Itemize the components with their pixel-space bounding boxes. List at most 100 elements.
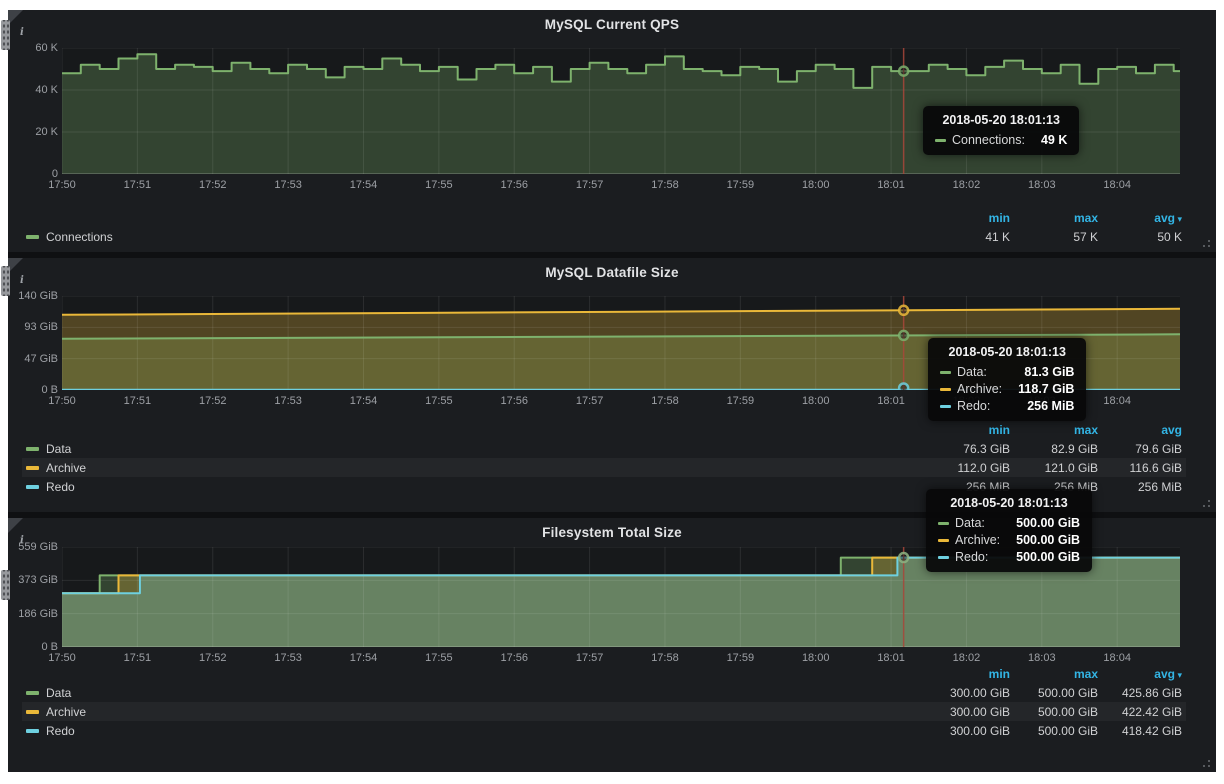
- x-tick-label: 17:52: [183, 652, 243, 664]
- x-tick-label: 18:04: [1087, 179, 1147, 191]
- legend-header-row: minmaxavg ▾: [22, 664, 1186, 683]
- legend-sort-min[interactable]: min: [902, 211, 1010, 225]
- tooltip-filesystem: 2018-05-20 18:01:13 Data:500.00 GiBArchi…: [926, 489, 1092, 572]
- x-tick-label: 18:02: [936, 652, 996, 664]
- x-tick-label: 18:04: [1087, 395, 1147, 407]
- row-drag-handle[interactable]: [1, 570, 10, 600]
- series-color-dash-icon: [938, 539, 949, 542]
- series-color-dash-icon: [940, 388, 951, 391]
- legend-max-value: 500.00 GiB: [1010, 705, 1098, 719]
- tooltip-series-row: Connections:49 K: [935, 133, 1067, 147]
- x-tick-label: 17:54: [333, 395, 393, 407]
- x-tick-label: 17:51: [107, 652, 167, 664]
- x-tick-label: 17:51: [107, 179, 167, 191]
- legend-avg-value: 256 MiB: [1098, 480, 1182, 494]
- x-tick-label: 17:58: [635, 395, 695, 407]
- legend-sort-avg[interactable]: avg ▾: [1098, 667, 1182, 681]
- legend-row-archive: Archive112.0 GiB121.0 GiB116.6 GiB: [22, 458, 1186, 477]
- x-tick-label: 17:56: [484, 179, 544, 191]
- tooltip-series-row: Archive:118.7 GiB: [940, 382, 1074, 396]
- x-tick-label: 17:52: [183, 179, 243, 191]
- series-color-dash-icon: [26, 710, 39, 714]
- legend: minmaxavg ▾Data300.00 GiB500.00 GiB425.8…: [22, 664, 1186, 740]
- series-color-dash-icon: [935, 139, 946, 142]
- series-color-dash-icon: [938, 556, 949, 559]
- tooltip-datafile: 2018-05-20 18:01:13 Data:81.3 GiBArchive…: [928, 338, 1086, 421]
- y-tick-label: 373 GiB: [8, 574, 58, 586]
- resize-handle[interactable]: [1202, 758, 1212, 768]
- tooltip-series-value: 500.00 GiB: [1016, 550, 1080, 564]
- tooltip-series-label: Data:: [955, 516, 985, 530]
- row-drag-handle[interactable]: [1, 266, 10, 296]
- legend-sort-avg[interactable]: avg ▾: [1098, 211, 1182, 225]
- legend-max-value: 121.0 GiB: [1010, 461, 1098, 475]
- tooltip-timestamp: 2018-05-20 18:01:13: [935, 113, 1067, 127]
- series-color-dash-icon: [26, 466, 39, 470]
- series-toggle-redo[interactable]: Redo: [46, 480, 75, 494]
- page-background: i MySQL Current QPS 60 K40 K20 K0 17:501…: [0, 0, 1224, 784]
- legend-sort-min[interactable]: min: [902, 667, 1010, 681]
- sort-caret-icon: ▾: [1175, 670, 1182, 680]
- legend-min-value: 112.0 GiB: [902, 461, 1010, 475]
- tooltip-qps: 2018-05-20 18:01:13 Connections:49 K: [923, 106, 1079, 155]
- series-toggle-data[interactable]: Data: [46, 686, 71, 700]
- legend-row-redo: Redo300.00 GiB500.00 GiB418.42 GiB: [22, 721, 1186, 740]
- panel-title[interactable]: MySQL Datafile Size: [8, 265, 1216, 280]
- legend-row-connections: Connections41 K57 K50 K: [22, 227, 1186, 246]
- x-tick-label: 17:50: [32, 179, 92, 191]
- tooltip-series-label: Redo:: [955, 550, 988, 564]
- x-tick-label: 17:54: [333, 652, 393, 664]
- legend-min-value: 41 K: [902, 230, 1010, 244]
- legend-sort-max[interactable]: max: [1010, 423, 1098, 437]
- row-drag-handle[interactable]: [1, 20, 10, 50]
- x-tick-label: 17:58: [635, 652, 695, 664]
- legend-avg-value: 50 K: [1098, 230, 1182, 244]
- x-tick-label: 17:54: [333, 179, 393, 191]
- x-tick-label: 17:55: [409, 652, 469, 664]
- x-tick-label: 18:01: [861, 179, 921, 191]
- x-tick-label: 17:52: [183, 395, 243, 407]
- x-tick-label: 17:56: [484, 395, 544, 407]
- legend-max-value: 82.9 GiB: [1010, 442, 1098, 456]
- y-tick-label: 60 K: [8, 42, 58, 54]
- x-tick-label: 17:51: [107, 395, 167, 407]
- panel-title[interactable]: MySQL Current QPS: [8, 17, 1216, 32]
- legend-avg-value: 418.42 GiB: [1098, 724, 1182, 738]
- resize-handle[interactable]: [1202, 238, 1212, 248]
- series-toggle-redo[interactable]: Redo: [46, 724, 75, 738]
- x-tick-label: 17:56: [484, 652, 544, 664]
- y-tick-label: 93 GiB: [8, 321, 58, 333]
- y-tick-label: 20 K: [8, 126, 58, 138]
- tooltip-series-label: Archive:: [955, 533, 1000, 547]
- legend-avg-value: 422.42 GiB: [1098, 705, 1182, 719]
- x-tick-label: 18:00: [786, 652, 846, 664]
- series-color-dash-icon: [938, 522, 949, 525]
- series-toggle-archive[interactable]: Archive: [46, 461, 86, 475]
- series-color-dash-icon: [940, 405, 951, 408]
- tooltip-series-label: Data:: [957, 365, 987, 379]
- x-tick-label: 17:59: [710, 395, 770, 407]
- legend-sort-avg[interactable]: avg: [1098, 423, 1182, 437]
- legend: minmaxavg ▾Connections41 K57 K50 K: [22, 208, 1186, 246]
- legend-avg-value: 79.6 GiB: [1098, 442, 1182, 456]
- resize-handle[interactable]: [1202, 498, 1212, 508]
- x-tick-label: 17:57: [560, 652, 620, 664]
- sort-caret-icon: ▾: [1175, 214, 1182, 224]
- legend-header-row: minmaxavg: [22, 420, 1186, 439]
- series-toggle-archive[interactable]: Archive: [46, 705, 86, 719]
- series-toggle-connections[interactable]: Connections: [46, 230, 113, 244]
- tooltip-series-row: Data:500.00 GiB: [938, 516, 1080, 530]
- tooltip-timestamp: 2018-05-20 18:01:13: [938, 496, 1080, 510]
- x-tick-label: 17:50: [32, 395, 92, 407]
- tooltip-series-value: 118.7 GiB: [1018, 382, 1074, 396]
- y-tick-label: 186 GiB: [8, 608, 58, 620]
- series-toggle-data[interactable]: Data: [46, 442, 71, 456]
- legend-sort-min[interactable]: min: [902, 423, 1010, 437]
- x-tick-label: 17:55: [409, 179, 469, 191]
- legend-sort-max[interactable]: max: [1010, 667, 1098, 681]
- tooltip-series-row: Data:81.3 GiB: [940, 365, 1074, 379]
- legend-min-value: 76.3 GiB: [902, 442, 1010, 456]
- legend-sort-max[interactable]: max: [1010, 211, 1098, 225]
- legend-max-value: 500.00 GiB: [1010, 686, 1098, 700]
- legend-row-data: Data300.00 GiB500.00 GiB425.86 GiB: [22, 683, 1186, 702]
